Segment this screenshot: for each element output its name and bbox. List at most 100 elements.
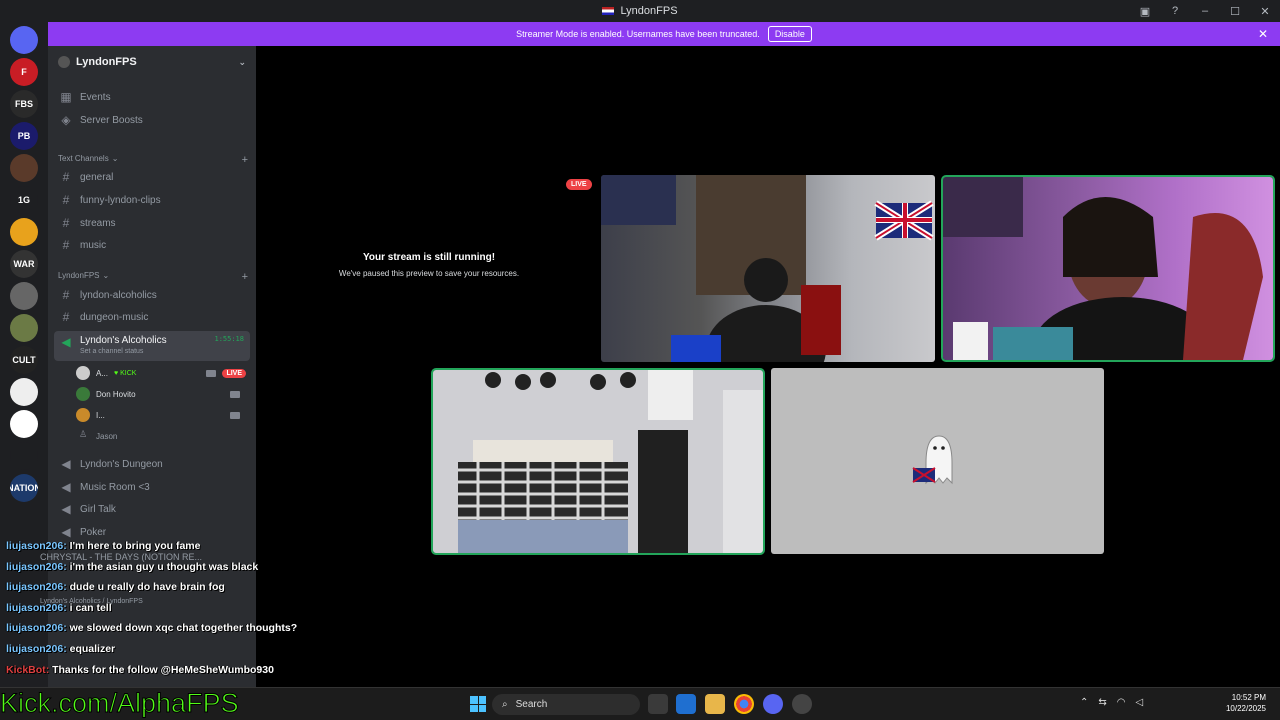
- events-item[interactable]: ▦ Events: [54, 87, 250, 107]
- chrome-icon[interactable]: [734, 694, 754, 714]
- paused-title: Your stream is still running!: [362, 252, 496, 263]
- video-tile-streamer[interactable]: [941, 175, 1275, 362]
- streamer-mode-banner: Streamer Mode is enabled. Usernames have…: [48, 22, 1280, 46]
- chat-text: i can tell: [69, 601, 112, 614]
- channel-music[interactable]: # music: [54, 235, 250, 255]
- server-icon[interactable]: PB: [10, 122, 38, 150]
- taskbar-clock[interactable]: 10:52 PM 10/22/2025: [1226, 692, 1266, 714]
- volume-icon[interactable]: ◁: [1136, 697, 1144, 708]
- channel-streams[interactable]: # streams: [54, 213, 250, 233]
- server-icon[interactable]: [10, 442, 38, 470]
- category-text-channels[interactable]: Text Channels ⌄ +: [58, 154, 248, 166]
- voice-channel-girl-talk[interactable]: ◀ Girl Talk: [54, 499, 250, 519]
- wifi-icon[interactable]: ◠: [1117, 697, 1126, 708]
- server-icon[interactable]: WAR: [10, 250, 38, 278]
- chat-message: liujason206: we slowed down xqc chat tog…: [6, 622, 298, 635]
- channel-status[interactable]: Set a channel status: [80, 348, 167, 355]
- server-icon[interactable]: FBS: [10, 90, 38, 118]
- windows-start-icon[interactable]: [470, 696, 486, 712]
- hash-icon: #: [62, 310, 70, 324]
- discord-icon[interactable]: [763, 694, 783, 714]
- calendar-icon: ▦: [60, 90, 72, 104]
- server-icon[interactable]: CULT: [10, 346, 38, 374]
- chat-username: liujason206: [6, 643, 64, 655]
- camera-icon: [206, 369, 217, 377]
- server-icon[interactable]: [10, 410, 38, 438]
- chat-username: liujason206: [6, 622, 64, 635]
- speaker-icon: ◀: [61, 335, 71, 349]
- voice-member[interactable]: ♙ Jason: [76, 427, 246, 445]
- server-icon[interactable]: [10, 314, 38, 342]
- server-icon[interactable]: 1G: [10, 186, 38, 214]
- live-badge: LIVE: [222, 368, 246, 378]
- file-explorer-icon[interactable]: [705, 694, 725, 714]
- taskbar-search[interactable]: ⌕ Search: [492, 694, 640, 715]
- chevron-up-icon[interactable]: ⌃: [1080, 697, 1088, 708]
- hash-icon: #: [62, 238, 70, 252]
- chevron-down-icon[interactable]: ⌄: [238, 57, 246, 68]
- chat-text: I'm here to bring you fame: [69, 540, 201, 552]
- speaker-icon: ◀: [61, 502, 71, 516]
- hash-icon: #: [62, 170, 70, 184]
- clock-time: 10:52 PM: [1231, 693, 1266, 702]
- server-icon[interactable]: [10, 378, 38, 406]
- voice-channel-music-room[interactable]: ◀ Music Room <3: [54, 477, 250, 497]
- chat-username: liujason206: [6, 581, 64, 594]
- voice-channel-poker[interactable]: ◀ Poker: [54, 522, 250, 542]
- help-icon[interactable]: ?: [1160, 5, 1190, 17]
- server-icon[interactable]: [10, 282, 38, 310]
- video-tile-bedroom[interactable]: [431, 368, 765, 555]
- avatar: [76, 408, 90, 422]
- guild-icon: [58, 56, 70, 68]
- channel-funny-lyndon-clips[interactable]: # funny-lyndon-clips: [54, 190, 250, 210]
- chat-message: KickBot: Thanks for the follow @HeMeSheW…: [6, 663, 274, 676]
- live-badge: LIVE: [566, 179, 592, 190]
- add-channel-icon[interactable]: +: [242, 271, 248, 283]
- voice-member[interactable]: I...: [76, 406, 246, 424]
- camera-icon: [230, 390, 240, 398]
- server-icon[interactable]: F: [10, 58, 38, 86]
- server-boosts-item[interactable]: ◈ Server Boosts: [54, 110, 250, 130]
- server-icon[interactable]: [10, 218, 38, 246]
- kick-tag: ♥ KICK: [114, 369, 137, 377]
- voice-member[interactable]: Don Hovito: [76, 385, 246, 403]
- system-tray: ⌃ ⇆ ◠ ◁: [1080, 697, 1143, 708]
- video-tile-gamer[interactable]: [601, 175, 935, 362]
- maximize-button[interactable]: ☐: [1220, 5, 1250, 18]
- chat-text: equalizer: [69, 643, 116, 655]
- chat-text: Thanks for the follow @HeMeSheWumbo930: [52, 663, 274, 676]
- disable-button[interactable]: Disable: [767, 26, 812, 42]
- guild-header[interactable]: LyndonFPS ⌄: [48, 46, 256, 78]
- channel-dungeon-music[interactable]: # dungeon-music: [54, 307, 250, 327]
- chat-username: KickBot: [6, 663, 46, 676]
- close-window-button[interactable]: ✕: [1250, 5, 1280, 18]
- close-banner-icon[interactable]: ✕: [1258, 27, 1268, 41]
- minimize-button[interactable]: –: [1190, 5, 1220, 17]
- voice-channel-lyndons-alcoholics[interactable]: ◀ Lyndon's Alcoholics Set a channel stat…: [54, 331, 250, 361]
- add-channel-icon[interactable]: +: [242, 154, 248, 166]
- obs-icon[interactable]: [792, 694, 812, 714]
- search-icon: ⌕: [502, 699, 508, 710]
- video-tile-avatar[interactable]: [771, 368, 1104, 554]
- chat-username: liujason206: [6, 560, 64, 573]
- stage-area: [256, 46, 1280, 687]
- speaker-icon: ◀: [61, 457, 71, 471]
- inbox-icon[interactable]: ▣: [1130, 5, 1160, 18]
- voice-member[interactable]: A... ♥ KICK LIVE: [76, 364, 246, 382]
- guild-name: LyndonFPS: [76, 56, 137, 68]
- task-view-icon[interactable]: [648, 694, 668, 714]
- category-lyndonfps[interactable]: LyndonFPS ⌄ +: [58, 271, 248, 283]
- store-icon[interactable]: [676, 694, 696, 714]
- speaker-icon: ◀: [61, 525, 71, 539]
- channel-lyndon-alcoholics[interactable]: # lyndon-alcoholics: [54, 285, 250, 305]
- network-icon[interactable]: ⇆: [1098, 697, 1106, 708]
- chat-message: liujason206: i'm the asian guy u thought…: [6, 560, 259, 573]
- channel-general[interactable]: # general: [54, 167, 250, 187]
- voice-timer: 1:55:18: [214, 335, 244, 343]
- discord-home-icon[interactable]: [10, 26, 38, 54]
- chat-username: liujason206: [6, 540, 64, 552]
- server-icon[interactable]: [10, 154, 38, 182]
- voice-channel-dungeon[interactable]: ◀ Lyndon's Dungeon: [54, 454, 250, 474]
- hash-icon: #: [62, 288, 70, 302]
- server-icon[interactable]: NATION: [10, 474, 38, 502]
